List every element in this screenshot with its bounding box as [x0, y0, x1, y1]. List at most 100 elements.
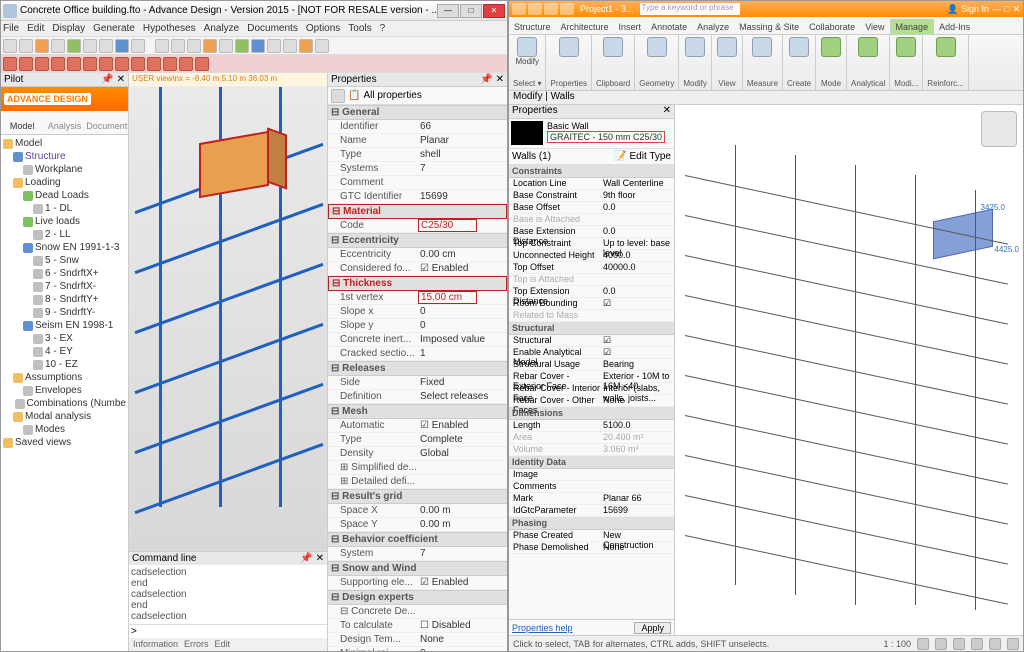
tool-icon[interactable] — [115, 39, 129, 53]
sign-in-button[interactable]: 👤 Sign In — [947, 4, 989, 15]
prop-row[interactable]: GTC Identifier15699 — [328, 190, 507, 204]
menu-file[interactable]: File — [3, 23, 19, 34]
menu-hypotheses[interactable]: Hypotheses — [143, 23, 196, 34]
prop-group[interactable]: ⊟ Behavior coefficient — [328, 532, 507, 547]
ribbon-button[interactable] — [646, 37, 668, 73]
prop-row-r[interactable]: Base Offset0.0 — [509, 202, 674, 214]
ribbon-button[interactable] — [820, 37, 842, 73]
tree-item[interactable]: Assumptions — [3, 371, 126, 384]
tool-icon[interactable] — [115, 57, 129, 71]
maximize-button[interactable]: □ — [460, 4, 482, 18]
tool-icon[interactable] — [147, 57, 161, 71]
prop-row-r[interactable]: Unconnected Height4000.0 — [509, 250, 674, 262]
ribbon-tab-analyze[interactable]: Analyze — [692, 20, 734, 34]
tool-icon[interactable] — [51, 57, 65, 71]
tree-item[interactable]: Seism EN 1998-1 — [3, 319, 126, 332]
prop-row[interactable]: Design Tem...None — [328, 633, 507, 647]
prop-row-r[interactable]: Base is Attached — [509, 214, 674, 226]
tool-icon[interactable] — [19, 39, 33, 53]
prop-row-r[interactable]: Structural UsageBearing — [509, 359, 674, 371]
close-icon[interactable]: ✕ — [663, 105, 671, 118]
pin-icon[interactable]: 📌 ✕ — [300, 553, 324, 564]
tool-icon[interactable] — [235, 39, 249, 53]
menu-tools[interactable]: Tools — [348, 23, 371, 34]
properties-help-link[interactable]: Properties help — [512, 623, 573, 633]
prop-tool-icon[interactable] — [331, 89, 345, 103]
prop-row[interactable]: Considered fo...☑ Enabled — [328, 262, 507, 276]
ribbon-tab-collaborate[interactable]: Collaborate — [804, 20, 860, 34]
prop-row[interactable]: Minimal rei...0 — [328, 647, 507, 651]
prop-row-r[interactable]: Volume3.060 m³ — [509, 444, 674, 456]
prop-row-r[interactable]: Related to Mass — [509, 310, 674, 322]
minimize-button[interactable]: — — [437, 4, 459, 18]
status-icon[interactable] — [1007, 638, 1019, 650]
menu-documents[interactable]: Documents — [247, 23, 298, 34]
selection-filter[interactable]: Walls (1) — [512, 151, 551, 162]
status-icon[interactable] — [989, 638, 1001, 650]
prop-group[interactable]: ⊟ Snow and Wind — [328, 561, 507, 576]
pilot-tab-document[interactable]: Document — [86, 111, 128, 134]
prop-group-r[interactable]: Phasing — [509, 517, 674, 530]
prop-row[interactable]: CodeC25/30 — [328, 219, 507, 233]
tree-item[interactable]: 3 - EX — [3, 332, 126, 345]
prop-row[interactable]: Supporting ele...☑ Enabled — [328, 576, 507, 590]
prop-group-r[interactable]: Dimensions — [509, 407, 674, 420]
qat-icon[interactable] — [544, 3, 558, 15]
prop-row-r[interactable]: Phase CreatedNew Construction — [509, 530, 674, 542]
minimize-button[interactable]: — — [992, 4, 1001, 14]
prop-row-r[interactable]: Top Extension Distance0.0 — [509, 286, 674, 298]
tab-errors[interactable]: Errors — [184, 639, 209, 649]
prop-row-r[interactable]: Image — [509, 469, 674, 481]
tree-item[interactable]: 6 - SndrftX+ — [3, 267, 126, 280]
close-button[interactable]: ✕ — [483, 4, 505, 18]
tree-item[interactable]: 7 - SndrftX- — [3, 280, 126, 293]
prop-row[interactable]: ⊞ Simplified de... — [328, 461, 507, 475]
prop-row-r[interactable]: Rebar Cover - Interior FaceInterior (sla… — [509, 383, 674, 395]
tree-item[interactable]: Combinations (Numbe — [3, 397, 126, 410]
ribbon-tab-architecture[interactable]: Architecture — [556, 20, 614, 34]
prop-group-r[interactable]: Identity Data — [509, 456, 674, 469]
tree-item[interactable]: 4 - EY — [3, 345, 126, 358]
tree-item[interactable]: Modes — [3, 423, 126, 436]
prop-group[interactable]: ⊟ Material — [328, 204, 507, 219]
prop-row-r[interactable]: Rebar Cover - Other FacesNone — [509, 395, 674, 407]
wall-type-selector[interactable]: Basic Wall GRAITEC - 150 mm C25/30 — [509, 119, 674, 149]
tool-icon[interactable] — [267, 39, 281, 53]
prop-group[interactable]: ⊟ Mesh — [328, 404, 507, 419]
prop-row[interactable]: Systems7 — [328, 162, 507, 176]
ribbon-button[interactable] — [716, 37, 738, 73]
tree-item[interactable]: 2 - LL — [3, 228, 126, 241]
menu-options[interactable]: Options — [306, 23, 340, 34]
tree-item[interactable]: Modal analysis — [3, 410, 126, 423]
prop-row-r[interactable]: Top Offset40000.0 — [509, 262, 674, 274]
menu-edit[interactable]: Edit — [27, 23, 44, 34]
prop-row-r[interactable]: Phase DemolishedNone — [509, 542, 674, 554]
tree-item[interactable]: Model — [3, 137, 126, 150]
ribbon-tab-insert[interactable]: Insert — [614, 20, 647, 34]
tool-icon[interactable] — [179, 57, 193, 71]
prop-row-r[interactable]: Location LineWall Centerline — [509, 178, 674, 190]
prop-row[interactable]: Typeshell — [328, 148, 507, 162]
ribbon-button[interactable] — [935, 37, 957, 73]
pin-icon[interactable]: 📌 ✕ — [480, 74, 504, 85]
tool-icon[interactable] — [35, 57, 49, 71]
tool-icon[interactable] — [187, 39, 201, 53]
tool-icon[interactable] — [67, 57, 81, 71]
prop-row[interactable]: Space X0.00 m — [328, 504, 507, 518]
tree-item[interactable]: 9 - SndrftY- — [3, 306, 126, 319]
prop-row[interactable]: Cracked sectio...1 — [328, 347, 507, 361]
ribbon-button[interactable] — [857, 37, 879, 73]
tool-icon[interactable] — [283, 39, 297, 53]
prop-group[interactable]: ⊟ Releases — [328, 361, 507, 376]
tree-item[interactable]: Envelopes — [3, 384, 126, 397]
ribbon-tab-annotate[interactable]: Annotate — [646, 20, 692, 34]
tool-icon[interactable] — [83, 39, 97, 53]
ribbon-button[interactable] — [558, 37, 580, 73]
ribbon-tab-addins[interactable]: Add-Ins — [934, 20, 975, 34]
prop-row-r[interactable]: Top is Attached — [509, 274, 674, 286]
tool-icon[interactable] — [51, 39, 65, 53]
viewport-canvas[interactable] — [129, 87, 327, 551]
search-input[interactable]: Type a keyword or phrase — [640, 3, 740, 15]
prop-row-r[interactable]: Comments — [509, 481, 674, 493]
tool-icon[interactable] — [35, 39, 49, 53]
